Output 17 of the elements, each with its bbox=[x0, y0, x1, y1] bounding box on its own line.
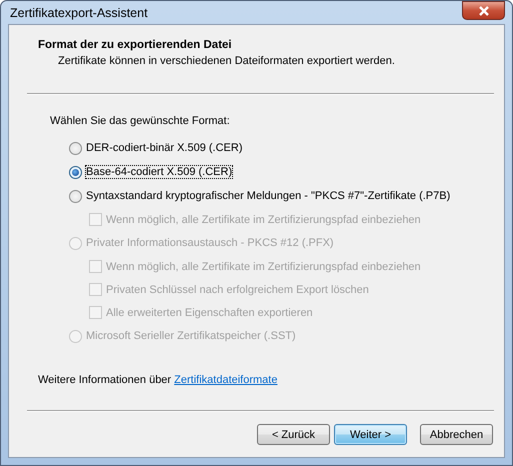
radio-button[interactable] bbox=[69, 190, 82, 202]
close-icon bbox=[478, 6, 490, 16]
page-title: Format der zu exportierenden Datei bbox=[38, 39, 233, 51]
format-option-label[interactable]: DER-codiert-binär X.509 (.CER) bbox=[86, 142, 242, 154]
page-subtitle: Zertifikate können in verschiedenen Dateiformaten exportiert werden. bbox=[58, 55, 396, 67]
radio-button[interactable] bbox=[69, 166, 82, 178]
more-info-text: Weitere Informationen über Zertifikatdateiformate bbox=[38, 374, 278, 388]
format-option-label[interactable]: Base-64-codiert X.509 (.CER) bbox=[86, 166, 232, 178]
radio-button[interactable] bbox=[69, 142, 82, 154]
close-button[interactable] bbox=[462, 1, 505, 20]
back-button[interactable]: < Zurück bbox=[257, 424, 330, 445]
format-prompt: Wählen Sie das gewünschte Format: bbox=[50, 115, 231, 127]
formats-link[interactable]: Zertifikatdateiformate bbox=[174, 374, 278, 386]
next-button[interactable]: Weiter > bbox=[334, 424, 407, 445]
cancel-button[interactable]: Abbrechen bbox=[420, 424, 493, 445]
window-title: Zertifikatexport-Assistent bbox=[10, 6, 148, 20]
format-option-label[interactable]: Syntaxstandard kryptografischer Meldungen - "PKCS #7"-Zertifikate (.P7B) bbox=[86, 190, 450, 202]
